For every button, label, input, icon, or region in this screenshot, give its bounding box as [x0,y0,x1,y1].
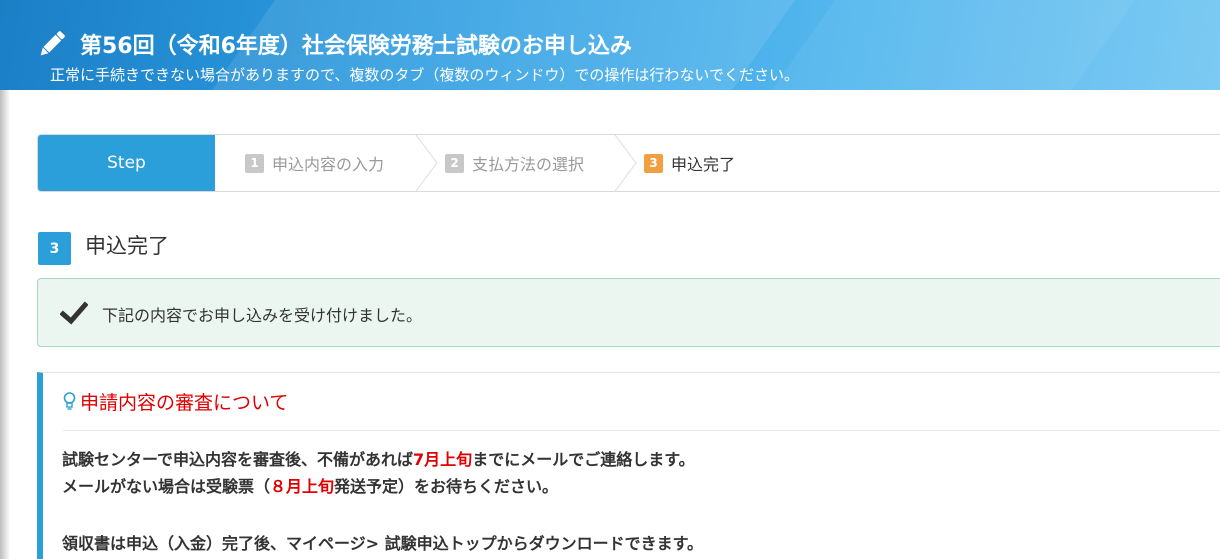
step-label: 支払方法の選択 [472,155,585,174]
text-segment: 試験センターで申込内容を審査後、不備があれば [62,450,414,469]
step-number: 1 [245,153,264,173]
step-number: 2 [445,153,464,173]
panel-title: 申請内容の審査について [80,392,289,414]
receipt-notice-line: 領収書は申込（入金）完了後、マイページ> 試験申込トップからダウンロードできます… [62,534,704,553]
step-1-input: 1 申込内容の入力 [245,135,384,191]
text-segment: メールがない場合は受験票（ [62,477,271,496]
step-chevron-icon [614,135,637,191]
lightbulb-icon [63,392,76,410]
review-notice-line: 試験センターで申込内容を審査後、不備があれば7月上旬までにメールでご連絡します。 [62,446,695,470]
review-info-panel: 申請内容の審査について 試験センターで申込内容を審査後、不備があれば7月上旬まで… [37,372,1220,559]
pencil-icon [40,31,65,56]
page-title: 第56回（令和6年度）社会保険労務士試験のお申し込み [80,34,632,59]
step-number: 3 [644,153,663,173]
step-chevron-icon [415,135,438,191]
check-icon [60,301,88,325]
step-2-payment: 2 支払方法の選択 [445,135,584,191]
step-bar-head: Step [38,135,215,191]
success-alert: 下記の内容でお申し込みを受け付けました。 [37,278,1220,347]
panel-divider [63,430,1220,431]
page: 第56回（令和6年度）社会保険労務士試験のお申し込み 正常に手続きできない場合が… [0,0,1220,559]
step-3-complete: 3 申込完了 [644,135,735,191]
success-message: 下記の内容でお申し込みを受け付けました。 [102,306,423,325]
section-number-badge: 3 [38,232,71,265]
ticket-notice-line: メールがない場合は受験票（８月上旬発送予定）をお待ちください。 [62,473,558,497]
highlight-date: ８月上旬 [270,477,335,496]
text-segment: 発送予定）をお待ちください。 [334,477,559,496]
step-label: 申込完了 [671,155,736,174]
page-header: 第56回（令和6年度）社会保険労務士試験のお申し込み 正常に手続きできない場合が… [0,0,1220,90]
header-notice: 正常に手続きできない場合がありますので、複数のタブ（複数のウィンドウ）での操作は… [50,66,799,84]
step-progress-bar: Step 1 申込内容の入力 2 支払方法の選択 3 申込完了 [37,134,1220,192]
section-title: 申込完了 [85,234,169,258]
text-segment: までにメールでご連絡します。 [472,450,695,469]
step-label: 申込内容の入力 [272,155,385,174]
highlight-date: 7月上旬 [413,450,473,469]
